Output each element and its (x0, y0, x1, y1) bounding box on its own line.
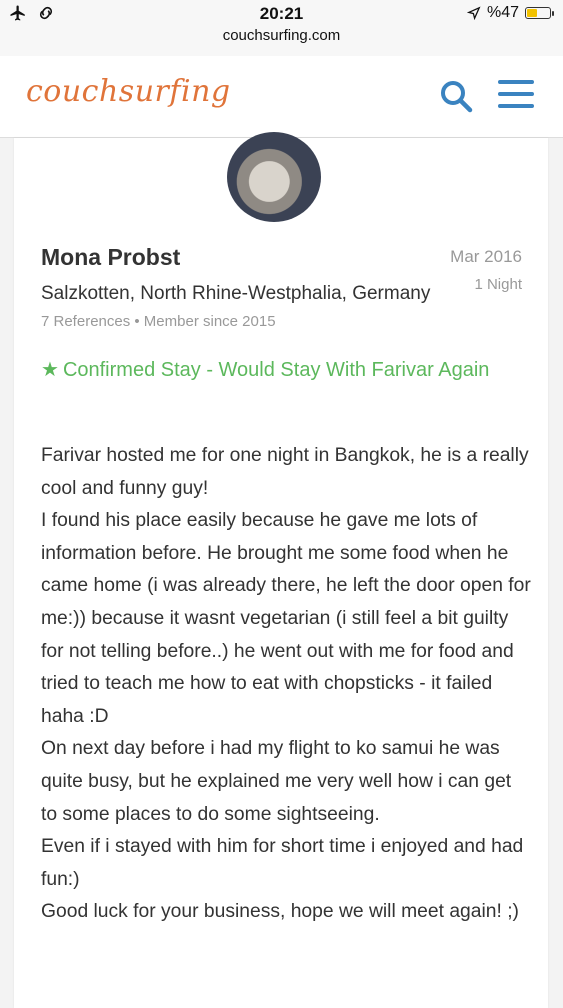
location-arrow-icon (466, 6, 481, 20)
menu-icon[interactable] (498, 80, 534, 112)
review-text: Farivar hosted me for one night in Bangk… (41, 440, 531, 929)
reference-card: Mona Probst Salzkotten, North Rhine-West… (14, 132, 548, 1008)
star-icon: ★ (41, 359, 59, 381)
review-paragraph: Farivar hosted me for one night in Bangk… (41, 445, 529, 499)
confirmed-stay-text: Confirmed Stay - Would Stay With Farivar… (62, 359, 490, 381)
menu-line (498, 92, 534, 96)
review-paragraph: I found his place easily because he gave… (41, 510, 531, 727)
reviewer-name[interactable]: Mona Probst (41, 244, 180, 271)
confirmed-stay-badge: ★ Confirmed Stay - Would Stay With Fariva… (41, 354, 511, 387)
review-paragraph: On next day before i had my flight to ko… (41, 738, 512, 825)
battery-percent: %47 (486, 4, 519, 21)
stay-duration: 1 Night (474, 276, 522, 293)
reviewer-meta: 7 References • Member since 2015 (41, 313, 276, 330)
status-bar: 20:21 couchsurfing.com %47 (0, 0, 563, 56)
menu-line (498, 80, 534, 84)
battery-icon (525, 7, 554, 19)
reference-date: Mar 2016 (450, 247, 522, 266)
battery-fill (527, 9, 538, 17)
review-paragraph: Good luck for your business, hope we wil… (41, 901, 519, 923)
status-right: %47 (466, 4, 554, 22)
couchsurfing-logo[interactable]: couchsurfing (26, 74, 231, 109)
app-header: couchsurfing (0, 56, 563, 138)
review-paragraph: Even if i stayed with him for short time… (41, 836, 524, 890)
reviewer-location: Salzkotten, North Rhine-Westphalia, Germ… (41, 283, 431, 304)
address-bar-url[interactable]: couchsurfing.com (0, 27, 563, 44)
menu-line (498, 104, 534, 108)
avatar[interactable] (227, 132, 321, 222)
search-icon[interactable] (438, 78, 474, 114)
